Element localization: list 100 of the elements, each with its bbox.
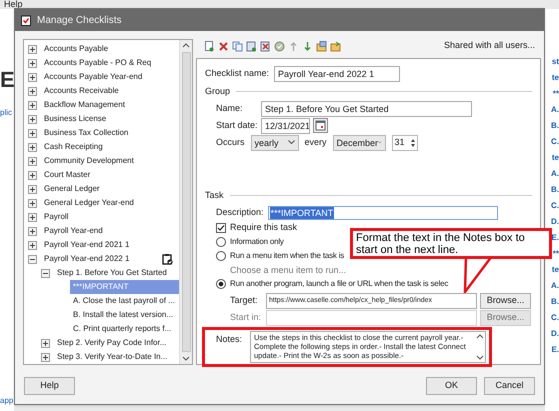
expand-icon[interactable]: [28, 128, 37, 138]
description-field[interactable]: ***IMPORTANT: [268, 206, 498, 220]
selected-text: ***IMPORTANT: [270, 207, 334, 219]
expand-icon[interactable]: [28, 198, 37, 208]
field-label: Start date:: [216, 118, 259, 132]
clipboard-check-icon: [162, 253, 173, 265]
calendar-icon[interactable]: [313, 118, 328, 133]
export-icon[interactable]: [316, 40, 327, 52]
section-heading: Task: [205, 188, 224, 202]
background-text: B.: [551, 120, 559, 132]
menu-item-hint: Choose a menu item to run...: [229, 264, 348, 277]
expand-icon[interactable]: [28, 100, 37, 110]
checkbox-label: Require this task: [230, 221, 298, 234]
background-text: D.: [551, 216, 559, 228]
radio-label: Information only: [230, 236, 284, 248]
tree-item[interactable]: B. Install the latest version...: [70, 308, 176, 322]
spinner-arrows-icon[interactable]: [408, 136, 417, 148]
scroll-up-icon[interactable]: [476, 333, 484, 339]
background-text: te: [552, 264, 559, 276]
tree-item[interactable]: A. Close the last payroll of ...: [70, 294, 178, 308]
radio-button[interactable]: [216, 279, 226, 289]
chevron-down-icon[interactable]: [288, 140, 295, 145]
background-link[interactable]: app: [0, 395, 14, 407]
start-in-field[interactable]: [266, 310, 477, 326]
tree-item[interactable]: Accounts Receivable: [41, 84, 122, 98]
background-link[interactable]: plic: [0, 107, 12, 119]
tree-item[interactable]: Business License: [41, 112, 110, 126]
scroll-down-icon[interactable]: [476, 355, 484, 361]
tree-item[interactable]: Court Master: [41, 168, 94, 182]
expand-icon[interactable]: [28, 58, 37, 68]
tree-item[interactable]: General Ledger Year-end: [41, 196, 137, 210]
group-name-field[interactable]: Step 1. Before You Get Started: [261, 100, 472, 116]
scrollbar[interactable]: [179, 40, 192, 364]
collapse-icon[interactable]: [41, 268, 50, 278]
remove-item-icon[interactable]: [260, 40, 271, 52]
checklist-name-field[interactable]: Payroll Year-end 2022 1: [274, 66, 400, 82]
radio-label: Run another program, launch a file or URL when the task is selec: [230, 278, 448, 290]
copy-icon[interactable]: [232, 40, 243, 52]
expand-icon[interactable]: [28, 86, 37, 96]
background-text: C.: [551, 200, 559, 212]
add-item-icon[interactable]: [246, 40, 257, 52]
tree-item[interactable]: Step 3. Verify Year-to-Date In...: [54, 350, 170, 364]
checkbox[interactable]: [216, 223, 226, 233]
collapse-icon[interactable]: [28, 254, 37, 264]
tree-item[interactable]: Payroll: [41, 210, 72, 224]
field-label: Name:: [216, 102, 244, 115]
background-text: A.: [551, 168, 559, 180]
tree-item[interactable]: Step 2. Verify Pay Code Infor...: [54, 336, 170, 350]
background-text: te: [552, 72, 559, 84]
tree-item[interactable]: Backflow Management: [41, 98, 128, 112]
field-label: Target:: [230, 294, 259, 308]
expand-icon[interactable]: [28, 72, 37, 82]
tree-item[interactable]: C. Print quarterly reports f...: [70, 322, 174, 336]
dropdown[interactable]: yearly: [250, 134, 299, 150]
radio-button[interactable]: [216, 237, 226, 247]
tree-item[interactable]: Payroll Year-end 2021 1: [41, 238, 132, 252]
tree-item[interactable]: Payroll Year-end 2022 1: [41, 252, 132, 266]
background-text: A.: [551, 104, 559, 116]
cancel-button[interactable]: Cancel: [484, 376, 535, 394]
check-circle-icon[interactable]: [274, 40, 285, 52]
background-text: D.: [551, 328, 559, 340]
field-label: every: [304, 136, 327, 149]
help-button[interactable]: Help: [24, 376, 75, 394]
expand-icon[interactable]: [28, 184, 37, 194]
tree-item[interactable]: Business Tax Collection: [41, 126, 132, 140]
expand-icon[interactable]: [28, 114, 37, 124]
dropdown[interactable]: December: [332, 134, 386, 150]
tree-item[interactable]: Accounts Payable: [41, 42, 112, 56]
background-text: B.: [551, 184, 559, 196]
field-label: Notes:: [216, 333, 244, 346]
ok-button[interactable]: OK: [426, 376, 477, 394]
tree-item[interactable]: Cash Receipting: [41, 140, 106, 154]
expand-icon[interactable]: [28, 226, 37, 236]
tree-item[interactable]: Accounts Payable Year-end: [41, 70, 146, 84]
down-arrow-icon[interactable]: [302, 40, 313, 52]
menu-item[interactable]: Help: [0, 0, 559, 9]
tree-item[interactable]: Payroll Year-end: [41, 224, 106, 238]
expand-icon[interactable]: [41, 352, 50, 362]
background-text: **: [552, 248, 559, 260]
tree-item[interactable]: Accounts Payable - PO & Req: [41, 56, 154, 70]
expand-icon[interactable]: [28, 142, 37, 152]
expand-icon[interactable]: [28, 212, 37, 222]
tree-item[interactable]: Step 1. Before You Get Started: [54, 266, 170, 280]
import-icon[interactable]: [330, 40, 341, 52]
expand-icon[interactable]: [41, 338, 50, 348]
browse-button[interactable]: Browse...: [480, 293, 531, 309]
shared-link[interactable]: Shared with all users...: [444, 39, 535, 53]
new-document-icon[interactable]: [204, 40, 215, 52]
expand-icon[interactable]: [28, 156, 37, 166]
radio-button[interactable]: [216, 251, 226, 261]
tree-item[interactable]: Community Development: [41, 154, 137, 168]
background-text: A.: [551, 280, 559, 292]
day-spinner[interactable]: 31: [392, 134, 418, 150]
delete-icon[interactable]: [218, 40, 229, 52]
expand-icon[interactable]: [28, 170, 37, 180]
expand-icon[interactable]: [28, 44, 37, 54]
field-label: Checklist name:: [205, 67, 270, 80]
expand-icon[interactable]: [28, 240, 37, 250]
tree-item[interactable]: General Ledger: [41, 182, 103, 196]
background-text: E.: [551, 232, 559, 244]
